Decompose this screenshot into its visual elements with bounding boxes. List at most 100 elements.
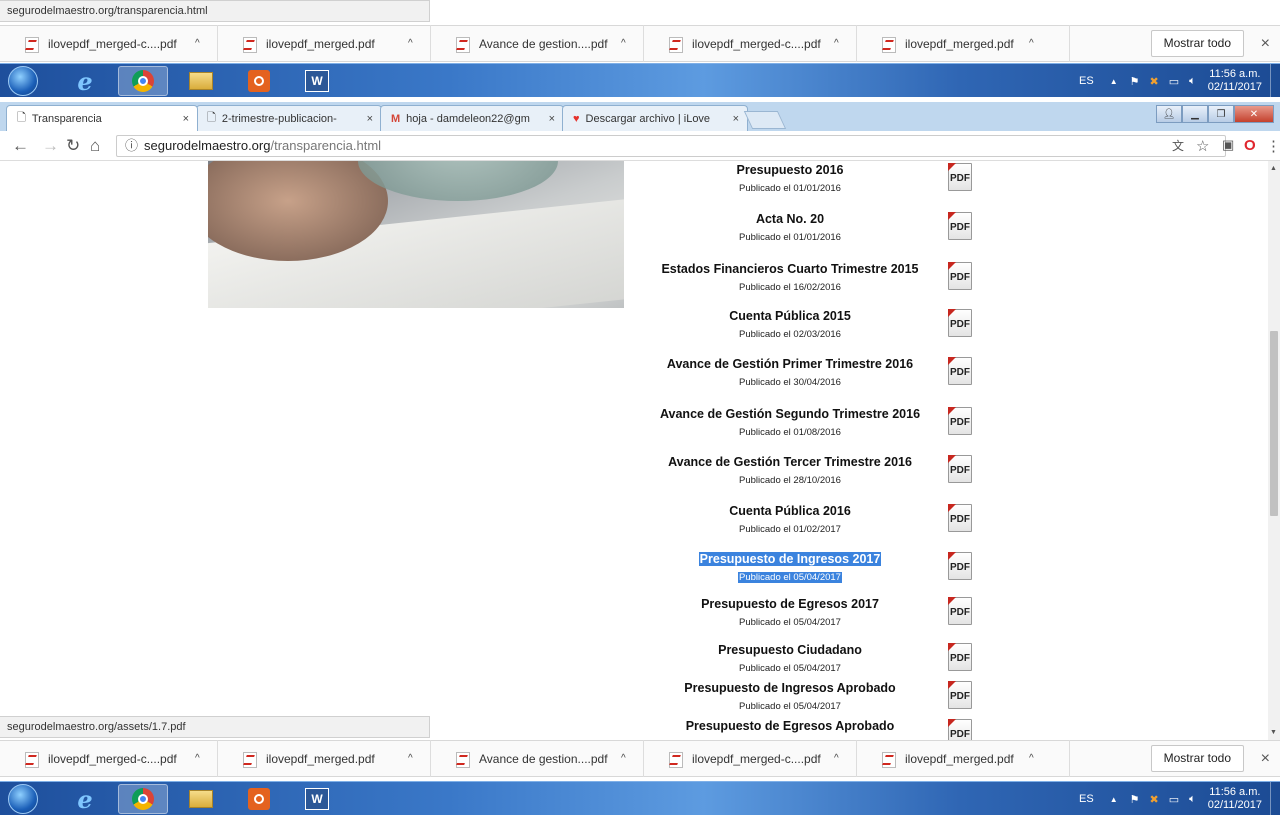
pdf-download-icon[interactable]: PDF [946, 357, 974, 385]
close-tab-icon[interactable]: × [183, 113, 189, 125]
download-item[interactable]: Avance de gestion....pdf ^ [431, 740, 644, 777]
home-icon[interactable]: ⌂ [90, 136, 100, 156]
chevron-up-icon[interactable]: ^ [834, 753, 839, 764]
forward-arrow-icon[interactable]: → [42, 136, 59, 156]
pdf-download-icon[interactable]: PDF [946, 552, 974, 580]
start-button[interactable] [8, 66, 38, 96]
ie-icon[interactable]: e [60, 66, 110, 96]
ie-icon[interactable]: e [60, 784, 110, 814]
download-item[interactable]: Avance de gestion....pdf ^ [431, 25, 644, 62]
chrome-icon[interactable] [118, 784, 168, 814]
file-explorer-icon[interactable] [176, 66, 226, 96]
close-tab-icon[interactable]: × [367, 113, 373, 125]
chevron-up-icon[interactable]: ^ [195, 38, 200, 49]
user-profile-icon[interactable]: 👤︎ [1156, 105, 1182, 123]
close-icon[interactable]: × [1261, 750, 1270, 768]
menu-icon[interactable]: ⋮ [1266, 137, 1280, 155]
media-player-icon[interactable] [234, 66, 284, 96]
network-icon[interactable]: ▭ [1169, 75, 1179, 88]
system-tray: ES ▲ ⚑ ✖ ▭ 🔈︎ 11:56 a.m. 02/11/2017 [1079, 64, 1280, 98]
pdf-label: PDF [950, 222, 970, 233]
clock[interactable]: 11:56 a.m. 02/11/2017 [1208, 786, 1262, 812]
scroll-down-icon[interactable]: ▼ [1270, 729, 1277, 736]
pdf-download-icon[interactable]: PDF [946, 212, 974, 240]
close-tab-icon[interactable]: × [733, 113, 739, 125]
pdf-download-icon[interactable]: PDF [946, 504, 974, 532]
show-all-button[interactable]: Mostrar todo [1150, 745, 1244, 772]
restore-icon[interactable]: ❐ [1208, 105, 1234, 123]
download-item[interactable]: ilovepdf_merged.pdf ^ [218, 740, 431, 777]
close-icon[interactable]: × [1261, 35, 1270, 53]
chevron-up-icon[interactable]: ^ [195, 753, 200, 764]
pdf-download-icon[interactable]: PDF [946, 163, 974, 191]
url-input[interactable]: ⓘ segurodelmaestro.org/transparencia.html [116, 135, 1226, 157]
download-item[interactable]: ilovepdf_merged.pdf ^ [218, 25, 431, 62]
word-icon[interactable]: W [292, 784, 342, 814]
pdf-download-icon[interactable]: PDF [946, 681, 974, 709]
scrollbar-thumb[interactable] [1270, 331, 1278, 516]
tab-gmail[interactable]: Mhoja - damdeleon22@gm × [380, 105, 564, 131]
chevron-up-icon[interactable]: ^ [1029, 38, 1034, 49]
tab-title: Transparencia [31, 112, 102, 125]
file-explorer-icon[interactable] [176, 784, 226, 814]
show-desktop-button[interactable] [1270, 64, 1280, 98]
window-close-icon[interactable]: ✕ [1234, 105, 1274, 123]
pdf-download-icon[interactable]: PDF [946, 455, 974, 483]
language-indicator[interactable]: ES [1079, 793, 1094, 805]
security-alert-icon[interactable]: ✖ [1150, 75, 1159, 88]
vertical-scrollbar[interactable]: ▲ ▼ [1268, 161, 1280, 740]
chrome-icon[interactable] [118, 66, 168, 96]
tab-trimestre[interactable]: 🗋︎ 2-trimestre-publicacion- × [196, 105, 382, 131]
download-item[interactable]: ilovepdf_merged-c....pdf ^ [0, 740, 218, 777]
clock[interactable]: 11:56 a.m. 02/11/2017 [1208, 68, 1262, 94]
volume-icon[interactable]: 🔈︎ [1189, 75, 1196, 88]
pdf-download-icon[interactable]: PDF [946, 407, 974, 435]
start-button[interactable] [8, 784, 38, 814]
pdf-download-icon[interactable]: PDF [946, 719, 974, 740]
pdf-download-icon[interactable]: PDF [946, 309, 974, 337]
word-icon[interactable]: W [292, 66, 342, 96]
chevron-up-icon[interactable]: ^ [408, 38, 413, 49]
document-entry: Avance de Gestión Segundo Trimestre 2016… [640, 405, 940, 440]
tray-expand-icon[interactable]: ▲ [1110, 795, 1118, 804]
scroll-up-icon[interactable]: ▲ [1270, 165, 1277, 172]
close-tab-icon[interactable]: × [549, 113, 555, 125]
minimize-icon[interactable]: ▁ [1182, 105, 1208, 123]
heart-icon: ♥ [573, 112, 580, 125]
download-item[interactable]: ilovepdf_merged.pdf ^ [857, 25, 1070, 62]
bookmark-star-icon[interactable]: ☆ [1196, 137, 1209, 155]
tray-expand-icon[interactable]: ▲ [1110, 77, 1118, 86]
volume-icon[interactable]: 🔈︎ [1189, 793, 1196, 806]
download-item[interactable]: ilovepdf_merged-c....pdf ^ [0, 25, 218, 62]
network-icon[interactable]: ▭ [1169, 793, 1179, 806]
download-item[interactable]: ilovepdf_merged-c....pdf ^ [644, 740, 857, 777]
security-alert-icon[interactable]: ✖ [1150, 793, 1159, 806]
tab-transparencia[interactable]: 🗋︎ Transparencia × [6, 105, 198, 131]
action-center-flag-icon[interactable]: ⚑ [1130, 793, 1140, 806]
pdf-download-icon[interactable]: PDF [946, 262, 974, 290]
chevron-up-icon[interactable]: ^ [1029, 753, 1034, 764]
extension-icon[interactable]: ▣ [1222, 137, 1234, 153]
media-player-icon[interactable] [234, 784, 284, 814]
document-title: Avance de Gestión Tercer Trimestre 2016 [668, 455, 912, 469]
back-arrow-icon[interactable]: ← [12, 136, 29, 156]
chevron-up-icon[interactable]: ^ [621, 753, 626, 764]
chevron-up-icon[interactable]: ^ [834, 38, 839, 49]
pdf-download-icon[interactable]: PDF [946, 597, 974, 625]
action-center-flag-icon[interactable]: ⚑ [1130, 75, 1140, 88]
tab-ilovepdf[interactable]: ♥ Descargar archivo | iLove × [562, 105, 748, 131]
new-tab-button[interactable] [743, 111, 787, 129]
reload-icon[interactable]: ↻ [66, 136, 80, 156]
show-desktop-button[interactable] [1270, 782, 1280, 815]
opera-icon[interactable]: O [1244, 137, 1256, 154]
download-item[interactable]: ilovepdf_merged-c....pdf ^ [644, 25, 857, 62]
chevron-up-icon[interactable]: ^ [408, 753, 413, 764]
show-all-button[interactable]: Mostrar todo [1150, 30, 1244, 57]
translate-icon[interactable]: 文 [1172, 137, 1184, 154]
chevron-up-icon[interactable]: ^ [621, 38, 626, 49]
pdf-download-icon[interactable]: PDF [946, 643, 974, 671]
download-item[interactable]: ilovepdf_merged.pdf ^ [857, 740, 1070, 777]
pdf-file-icon [24, 751, 39, 768]
info-icon[interactable]: ⓘ [125, 138, 138, 153]
language-indicator[interactable]: ES [1079, 75, 1094, 87]
